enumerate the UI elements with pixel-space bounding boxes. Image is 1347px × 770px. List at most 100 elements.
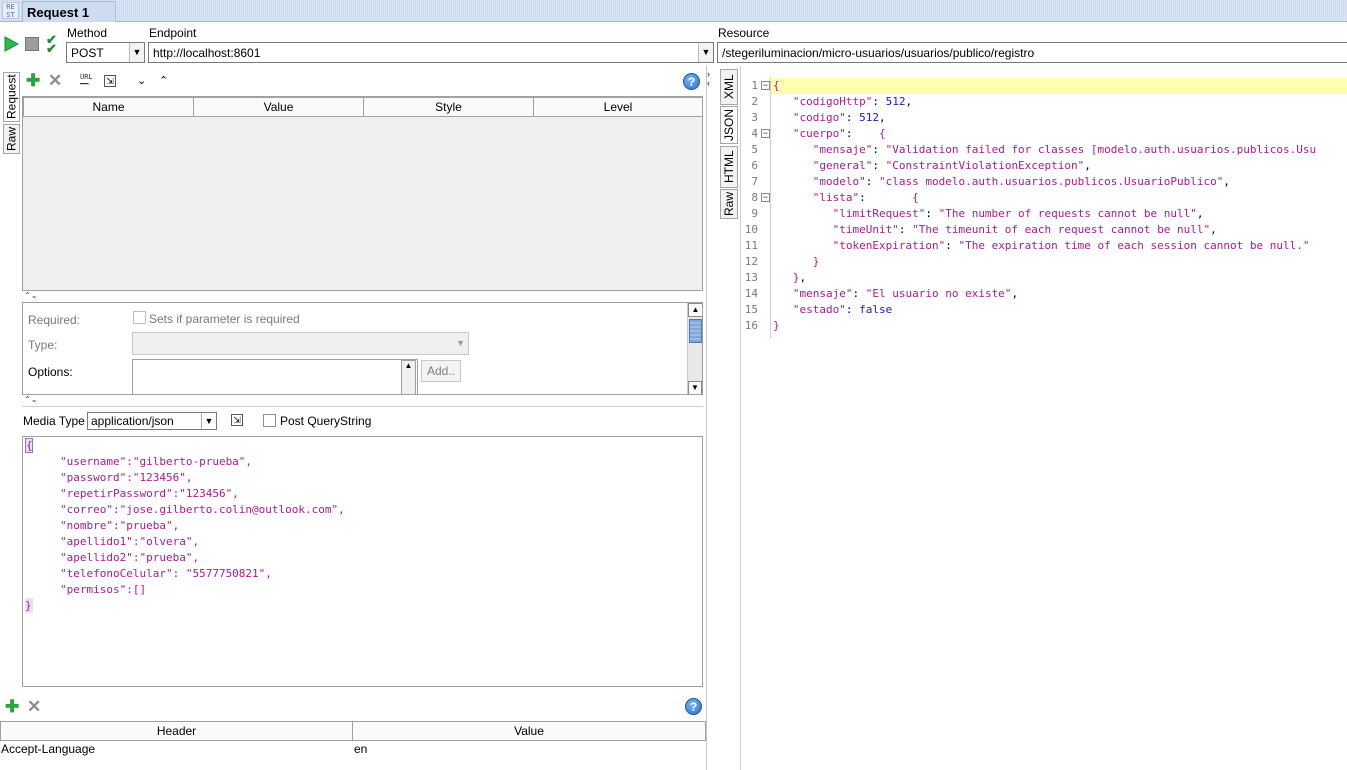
move-up-icon[interactable]: ⌃ — [159, 74, 168, 87]
resize-icon[interactable]: ⇲ — [104, 75, 116, 87]
type-label: Type: — [28, 338, 58, 352]
fold-toggle-icon[interactable]: − — [761, 81, 770, 90]
add-option-button[interactable]: Add.. — [421, 360, 461, 382]
tab-request[interactable]: Request — [3, 72, 20, 122]
response-line: "limitRequest": "The number of requests … — [832, 207, 1204, 220]
run-icon[interactable] — [3, 35, 20, 53]
body-line: "nombre":"prueba", — [60, 519, 180, 532]
line-number: 3 — [751, 111, 758, 124]
line-number: 15 — [744, 303, 758, 316]
body-close-brace: } — [25, 598, 33, 613]
add-header-icon[interactable]: ✚ — [5, 698, 19, 715]
body-line: "permisos":[] — [60, 583, 147, 596]
tab-request-1[interactable]: Request 1 — [22, 1, 116, 22]
tab-html[interactable]: HTML — [720, 146, 738, 188]
resource-input[interactable]: /stegeriluminacion/micro-usuarios/usuari… — [717, 42, 1347, 63]
media-type-label: Media Type — [23, 414, 85, 428]
endpoint-value: http://localhost:8601 — [153, 46, 261, 60]
response-line: "modelo": "class modelo.auth.usuarios.pu… — [812, 175, 1230, 188]
body-line: "correo":"jose.gilberto.colin@outlook.co… — [60, 503, 345, 516]
response-line: "tokenExpiration": "The expiration time … — [832, 239, 1310, 252]
method-label: Method — [67, 26, 108, 40]
response-line: } — [812, 255, 820, 268]
column-value[interactable]: Value — [352, 721, 706, 741]
column-level[interactable]: Level — [533, 97, 703, 117]
response-line: "mensaje": "El usuario no existe", — [792, 287, 1019, 300]
line-number: 9 — [751, 207, 758, 220]
method-dropdown-icon[interactable]: ▼ — [129, 43, 144, 62]
splitter-icon[interactable]: ⌃⌄ — [24, 292, 37, 300]
tab-raw-response[interactable]: Raw — [720, 189, 738, 219]
type-dropdown-icon[interactable]: ▼ — [456, 338, 465, 348]
check-icon[interactable]: ✔ ✔ — [46, 33, 62, 55]
tab-xml[interactable]: XML — [720, 69, 738, 105]
tab-raw[interactable]: Raw — [3, 124, 20, 154]
param-properties-panel: Required: Sets if parameter is required … — [22, 302, 703, 395]
media-type-select[interactable]: application/json — [87, 412, 217, 430]
body-line: "telefonoCelular": "5577750821", — [60, 567, 272, 580]
post-querystring-checkbox[interactable] — [263, 414, 276, 430]
media-type-dropdown-icon[interactable]: ▼ — [201, 413, 216, 429]
remove-header-icon[interactable]: ✕ — [27, 698, 41, 715]
splitter-icon[interactable]: ⌃⌄ — [24, 396, 37, 404]
type-select[interactable]: ▼ — [132, 332, 469, 355]
required-hint: Sets if parameter is required — [149, 312, 300, 326]
response-line: "timeUnit": "The timeunit of each reques… — [832, 223, 1217, 236]
response-line: "cuerpo": { — [792, 127, 886, 140]
line-number: 2 — [751, 95, 758, 108]
add-param-icon[interactable]: ✚ — [26, 72, 40, 89]
header-value[interactable]: en — [354, 742, 367, 756]
resource-value: /stegeriluminacion/micro-usuarios/usuari… — [722, 46, 1035, 60]
column-header[interactable]: Header — [0, 721, 353, 741]
body-line: "username":"gilberto-prueba", — [60, 455, 253, 468]
url-encode-icon[interactable]: URL ━━ — [80, 74, 93, 88]
line-numbers: 1 2 3 4 5 6 7 8 9 10 11 12 13 14 15 16 — [741, 78, 758, 334]
tab-json[interactable]: JSON — [720, 106, 738, 144]
params-table: Name Value Style Level — [22, 96, 703, 291]
body-open-brace: { — [25, 438, 33, 453]
column-value[interactable]: Value — [193, 97, 364, 117]
format-icon[interactable]: ⇲ — [231, 414, 243, 426]
post-querystring-label: Post QueryString — [280, 414, 372, 428]
fold-toggle-icon[interactable]: − — [761, 129, 770, 138]
header-name[interactable]: Accept-Language — [1, 742, 95, 756]
rest-logo: RE ST — [2, 2, 19, 19]
response-line: { — [773, 79, 780, 92]
column-style[interactable]: Style — [363, 97, 534, 117]
response-line: }, — [792, 271, 807, 284]
options-scrollbar[interactable]: ▲ — [401, 360, 416, 394]
title-bar — [0, 0, 1347, 22]
collapse-panel-icon[interactable]: › ‹ — [707, 70, 710, 88]
body-line: "apellido2":"prueba", — [60, 551, 200, 564]
endpoint-label: Endpoint — [149, 26, 197, 40]
body-line: "repetirPassword":"123456", — [60, 487, 239, 500]
props-scrollbar[interactable]: ▲ ▼ — [687, 303, 702, 394]
line-number: 1 — [751, 79, 758, 92]
column-name[interactable]: Name — [23, 97, 194, 117]
help-icon[interactable]: ? — [685, 698, 702, 715]
help-icon[interactable]: ? — [683, 73, 700, 90]
response-line: } — [773, 319, 780, 332]
line-number: 10 — [744, 223, 758, 236]
required-checkbox[interactable] — [133, 311, 146, 327]
remove-param-icon[interactable]: ✕ — [48, 72, 62, 89]
endpoint-input[interactable]: http://localhost:8601 — [148, 42, 714, 63]
headers-table: Header Value Accept-Language en — [0, 721, 706, 770]
request-body-editor[interactable]: { "username":"gilberto-prueba", "password… — [22, 436, 703, 687]
line-number: 14 — [744, 287, 758, 300]
body-lines: "username":"gilberto-prueba", "password":… — [60, 454, 345, 598]
response-line: "general": "ConstraintViolationException… — [812, 159, 1091, 172]
move-down-icon[interactable]: ⌄ — [137, 74, 146, 87]
method-value: POST — [71, 46, 104, 60]
options-label: Options: — [28, 365, 73, 379]
line-number: 13 — [744, 271, 758, 284]
resource-label: Resource — [718, 26, 770, 40]
stop-icon[interactable] — [25, 37, 39, 51]
response-lines: { "codigoHttp": 512, "codigo": 512, "cue… — [773, 78, 1316, 334]
options-list[interactable] — [132, 359, 418, 394]
fold-toggle-icon[interactable]: − — [761, 193, 770, 202]
endpoint-dropdown-icon[interactable]: ▼ — [698, 43, 713, 62]
line-number: 4 — [751, 127, 758, 140]
line-number: 6 — [751, 159, 758, 172]
response-viewer[interactable]: 1 2 3 4 5 6 7 8 9 10 11 12 13 14 15 16 − − − { "codigoHtt… — [740, 66, 1347, 770]
